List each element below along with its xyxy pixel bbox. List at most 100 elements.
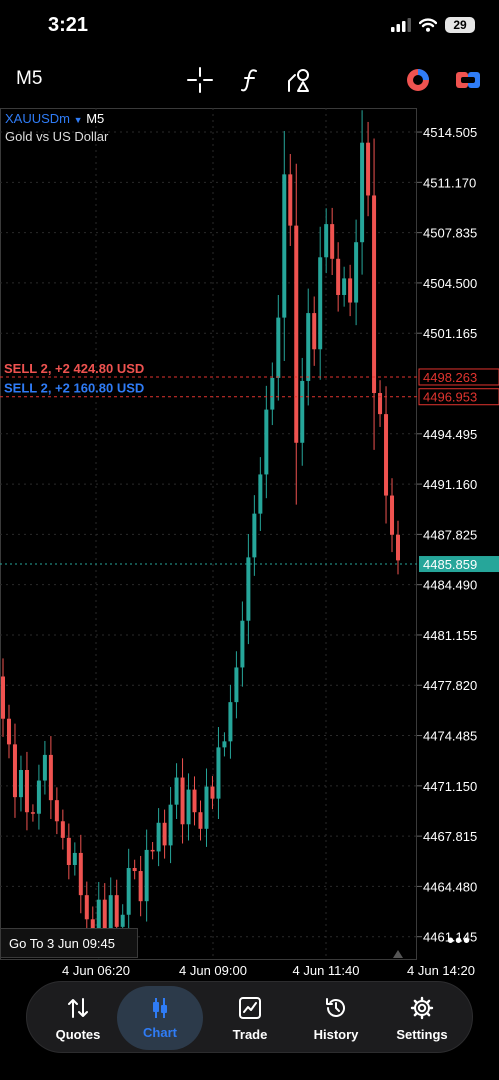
nav-settings-label: Settings (396, 1027, 448, 1042)
candle-body (6, 718, 11, 745)
y-tick-label: 4491.160 (423, 477, 477, 492)
candle-body (264, 409, 269, 475)
switch-icon (456, 72, 480, 88)
crosshair-button[interactable] (186, 66, 214, 94)
y-tick-label: 4494.495 (423, 427, 477, 442)
go-to-button[interactable]: Go To 3 Jun 09:45 (0, 928, 138, 958)
candle-body (60, 821, 65, 838)
candle-body (186, 789, 191, 825)
candle-body (24, 769, 29, 813)
price-chart[interactable]: SELL 2, +2 424.80 USD 4498.263 SELL 2, +2 … (0, 106, 499, 986)
chart-shift-marker (393, 950, 403, 958)
candle-body (180, 777, 185, 825)
nav-history[interactable]: History (293, 982, 379, 1054)
nav-quotes[interactable]: Quotes (35, 982, 121, 1054)
candle-body (132, 868, 137, 872)
account-switch-button[interactable] (454, 66, 482, 94)
y-tick-label: 4487.825 (423, 527, 477, 542)
candle-body (114, 895, 119, 927)
y-tick-label: 4474.485 (423, 729, 477, 744)
nav-chart-label: Chart (143, 1025, 177, 1040)
nav-settings[interactable]: Settings (379, 982, 465, 1054)
candle-body (330, 224, 335, 259)
indicators-button[interactable] (236, 66, 264, 94)
candle-body (126, 868, 131, 915)
y-tick-label: 4514.505 (423, 125, 477, 140)
price-axis: 4514.505 4511.170 4507.835 4504.500 4501.165… (417, 125, 477, 945)
candle-body (222, 741, 227, 748)
candle-body (258, 474, 263, 514)
candle-body (210, 786, 215, 799)
candle-body (240, 620, 245, 668)
candle-body (54, 800, 59, 822)
order-label: SELL 2, +2 424.80 USD (4, 361, 144, 376)
order-price-label: 4498.263 (423, 370, 477, 385)
symbol-name[interactable]: XAUUSDm (5, 111, 70, 126)
candle-body (246, 557, 251, 621)
candle-body (372, 195, 377, 394)
one-click-trading-button[interactable] (404, 66, 432, 94)
candle-body (300, 380, 305, 443)
candles-icon (153, 998, 167, 1018)
more-options-icon[interactable]: ••• (447, 930, 471, 953)
candle-body (36, 780, 41, 814)
candle-body (198, 812, 203, 829)
x-tick-label: 4 Jun 14:20 (407, 963, 475, 978)
y-tick-label: 4501.165 (423, 326, 477, 341)
candle-body (72, 852, 77, 865)
candle-body (192, 789, 197, 813)
candle-body (78, 852, 83, 896)
candle-body (156, 822, 161, 852)
candle-body (312, 313, 317, 350)
candle-body (336, 258, 341, 295)
nav-trade[interactable]: Trade (207, 982, 293, 1054)
nav-history-label: History (313, 1027, 359, 1042)
quotes-arrows-icon (68, 998, 88, 1018)
candle-body (138, 871, 143, 902)
candle-body (174, 777, 179, 805)
candle-body (276, 317, 281, 378)
candle-body (390, 495, 395, 535)
candle-body (252, 513, 257, 558)
x-tick-label: 4 Jun 06:20 (62, 963, 130, 978)
candle-body (204, 786, 209, 829)
y-tick-label: 4467.815 (423, 829, 477, 844)
battery-indicator: 29 (445, 17, 475, 33)
candle-body (1, 676, 5, 719)
bid-price-label: 4485.859 (423, 557, 477, 572)
signal-icon (391, 18, 411, 32)
candle-body (18, 769, 23, 798)
candle-body (144, 849, 149, 902)
order-price-label: 4496.953 (423, 390, 477, 405)
symbol-title[interactable]: XAUUSDm ▼ M5 (5, 111, 104, 126)
timeframe-selector[interactable]: M5 (16, 68, 42, 90)
y-tick-label: 4471.150 (423, 779, 477, 794)
y-tick-label: 4511.170 (423, 175, 476, 190)
symbol-description: Gold vs US Dollar (5, 129, 109, 144)
bottom-navigation: Quotes Chart Trade History Settings (26, 981, 473, 1053)
candle-body (12, 744, 17, 798)
candle-body (162, 822, 167, 846)
candle-body (168, 804, 173, 846)
status-icons: 29 (391, 17, 475, 33)
order-label: SELL 2, +2 160.80 USD (4, 381, 144, 396)
nav-chart[interactable]: Chart (117, 986, 203, 1050)
symbol-dropdown-icon[interactable]: ▼ (74, 115, 83, 125)
wifi-icon (419, 18, 437, 32)
candle-body (48, 754, 53, 801)
candle-body (348, 278, 353, 303)
y-tick-label: 4484.490 (423, 578, 477, 593)
y-tick-label: 4481.155 (423, 628, 477, 643)
y-tick-label: 4464.480 (423, 879, 477, 894)
candle-body (150, 849, 155, 852)
candle-body (270, 377, 275, 410)
objects-button[interactable] (286, 66, 314, 94)
y-tick-label: 4507.835 (423, 226, 477, 241)
x-tick-label: 4 Jun 11:40 (293, 963, 360, 978)
candlestick-chart[interactable]: SELL 2, +2 424.80 USD 4498.263 SELL 2, +2 … (0, 106, 499, 986)
status-bar: 3:21 29 (0, 0, 499, 56)
chart-toolbar: M5 (0, 56, 499, 104)
candle-body (30, 812, 35, 814)
candle-body (234, 667, 239, 703)
trading-toggle-icon (407, 69, 429, 91)
